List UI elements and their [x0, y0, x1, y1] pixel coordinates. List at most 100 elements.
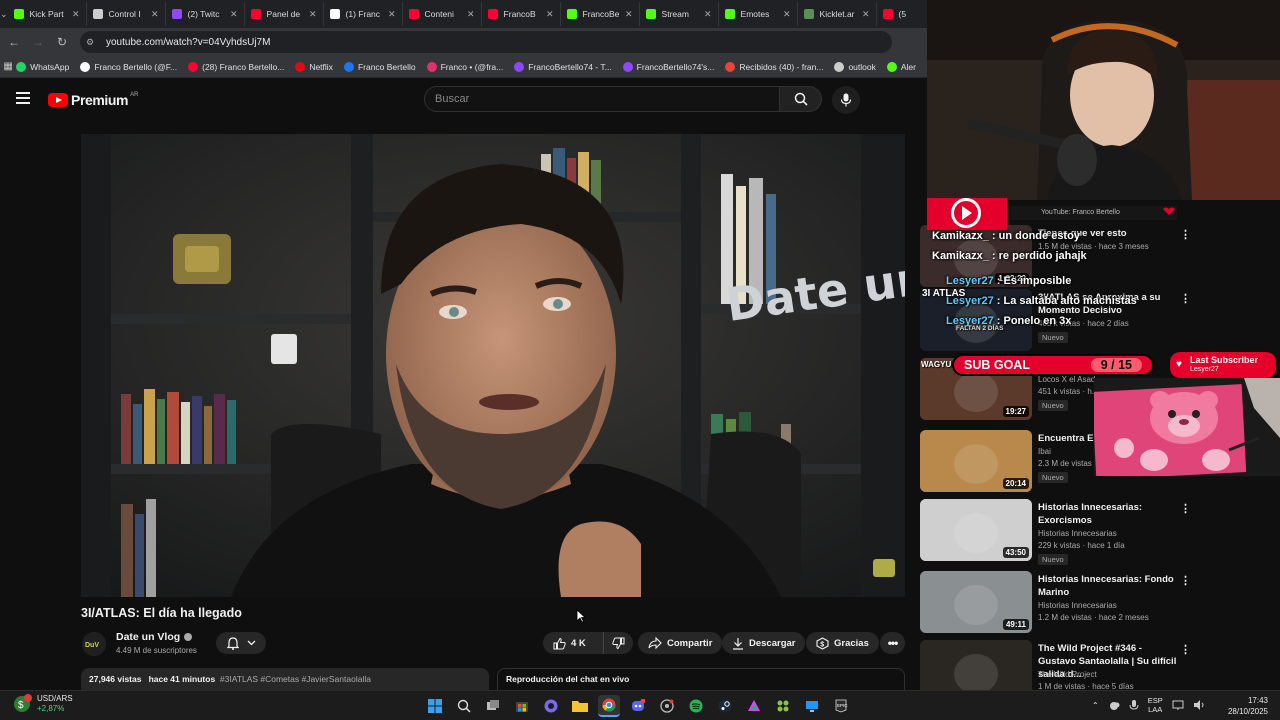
browser-tab[interactable]: Kicklet.ar ✕	[798, 2, 877, 26]
tab-close-icon[interactable]: ✕	[72, 9, 80, 20]
more-actions-button[interactable]: •••	[880, 632, 905, 654]
browser-tab[interactable]: Kick Part ✕	[8, 2, 87, 26]
browser-tab[interactable]: FrancoB ✕	[482, 2, 561, 26]
video-player[interactable]: Date un Vlog	[81, 134, 905, 597]
store-icon[interactable]	[511, 695, 533, 717]
tab-close-icon[interactable]: ✕	[388, 9, 396, 20]
site-info-icon[interactable]: ⚙	[86, 37, 98, 47]
bookmark-item[interactable]: (28) Franco Bertello...	[188, 61, 284, 72]
remote-desktop-icon[interactable]	[801, 695, 823, 717]
recommended-video[interactable]: The Wild Project #346 - Gustavo Santaola…	[920, 640, 1280, 695]
cloud-icon[interactable]	[1108, 699, 1120, 711]
app-triangle-icon[interactable]	[743, 695, 765, 717]
chrome-icon[interactable]	[598, 695, 620, 717]
bookmark-item[interactable]: WhatsApp	[16, 61, 69, 72]
bookmark-item[interactable]: Recibidos (40) - fran...	[725, 61, 823, 72]
thanks-button[interactable]: $ Gracias	[806, 632, 879, 654]
chat-text: : un donde estoy	[988, 230, 1080, 242]
obs-icon[interactable]	[540, 695, 562, 717]
chat-message: Kamikazx_ : re perdido jahajk	[932, 250, 1087, 262]
tab-close-icon[interactable]: ✕	[309, 9, 317, 20]
video-thumbnail[interactable]: 49:11	[920, 571, 1032, 633]
more-vertical-icon[interactable]: ⋮	[1180, 502, 1191, 515]
download-button[interactable]: Descargar	[722, 632, 806, 654]
menu-icon[interactable]	[16, 92, 30, 104]
bookmark-item[interactable]: outlook	[834, 61, 876, 72]
channel-avatar[interactable]: DuV	[82, 632, 106, 656]
video-hashtags[interactable]: #3IATLAS #Cometas #JavierSantaolalla	[220, 674, 371, 684]
verified-icon	[184, 633, 193, 641]
bookmark-item[interactable]: Aler	[886, 61, 916, 72]
tab-close-icon[interactable]: ✕	[704, 9, 712, 20]
bookmark-item[interactable]: Franco Bertello (@F...	[80, 61, 177, 72]
sub-goal-label: SUB GOAL	[964, 358, 1030, 372]
chat-replay-box[interactable]: Reproducción del chat en vivo	[497, 668, 905, 690]
tab-close-icon[interactable]: ✕	[625, 9, 633, 20]
tab-favicon-icon	[487, 9, 498, 19]
discord-icon[interactable]	[627, 695, 649, 717]
back-icon[interactable]: ←	[2, 35, 26, 49]
overlay-app-icon[interactable]	[656, 695, 678, 717]
chat-text: : re perdido jahajk	[988, 250, 1087, 262]
browser-tab[interactable]: Conteni ✕	[403, 2, 482, 26]
channel-name-row[interactable]: Date un Vlog	[116, 631, 193, 643]
bookmark-item[interactable]: Franco Bertello	[343, 61, 416, 72]
notification-settings-button[interactable]	[216, 632, 266, 654]
browser-tab[interactable]: Stream ✕	[640, 2, 719, 26]
dislike-button[interactable]	[603, 632, 633, 654]
steam-icon[interactable]	[714, 695, 736, 717]
tab-close-icon[interactable]: ✕	[230, 9, 238, 20]
apps-grid-icon[interactable]: ▦	[0, 61, 16, 72]
currency-widget[interactable]: $ USD/ARS +2,87%	[12, 694, 73, 714]
search-input[interactable]: Buscar	[424, 86, 780, 112]
microphone-tray-icon[interactable]	[1129, 699, 1139, 711]
bookmark-item[interactable]: FrancoBertello74's...	[622, 61, 714, 72]
svg-text:$: $	[820, 641, 824, 648]
video-thumbnail[interactable]: 20:14	[920, 430, 1032, 492]
chevron-up-icon[interactable]: ⌃	[1092, 701, 1099, 710]
tab-close-icon[interactable]: ✕	[862, 9, 870, 20]
tab-close-icon[interactable]: ✕	[151, 9, 159, 20]
video-thumbnail[interactable]: 43:50	[920, 499, 1032, 561]
address-bar[interactable]: ⚙ youtube.com/watch?v=04VyhdsUj7M	[80, 31, 892, 53]
network-app-icon[interactable]	[772, 695, 794, 717]
browser-tab[interactable]: Emotes ✕	[719, 2, 798, 26]
epic-games-icon[interactable]: EPIC	[830, 695, 852, 717]
description-box[interactable]: 27,946 vistas hace 41 minutos #3IATLAS #…	[81, 668, 489, 690]
overlay-channel-text: YouTube: Franco Bertello	[1041, 209, 1120, 216]
search-button[interactable]	[780, 86, 822, 112]
more-vertical-icon[interactable]: ⋮	[1180, 574, 1191, 587]
recommended-video[interactable]: 49:11 Historias Innecesarias: Fondo Marin…	[920, 571, 1280, 637]
windows-start-icon[interactable]	[424, 695, 446, 717]
browser-tab[interactable]: (2) Twitc ✕	[166, 2, 245, 26]
voice-search-button[interactable]	[832, 86, 860, 114]
reload-icon[interactable]: ↻	[50, 35, 74, 49]
tab-search-icon[interactable]: ⌄	[0, 0, 8, 28]
browser-tab[interactable]: FrancoBe ✕	[561, 2, 640, 26]
video-thumbnail[interactable]	[920, 640, 1032, 695]
clock[interactable]: 17:43 28/10/2025	[1228, 695, 1268, 717]
youtube-logo[interactable]: Premium AR	[48, 92, 138, 108]
more-vertical-icon[interactable]: ⋮	[1180, 643, 1191, 656]
browser-tab[interactable]: (5✕	[877, 2, 927, 26]
search-icon[interactable]	[453, 695, 475, 717]
bookmark-item[interactable]: Netflix	[295, 61, 333, 72]
bookmark-item[interactable]: Franco • (@fra...	[426, 61, 503, 72]
share-button[interactable]: Compartir	[638, 632, 723, 654]
tab-close-icon[interactable]: ✕	[783, 9, 791, 20]
speaker-icon[interactable]	[1193, 699, 1205, 711]
tab-close-icon[interactable]: ✕	[546, 9, 554, 20]
task-view-icon[interactable]	[482, 695, 504, 717]
language-indicator[interactable]: ESP LAA	[1148, 696, 1163, 714]
file-explorer-icon[interactable]	[569, 695, 591, 717]
browser-tab[interactable]: Control I ✕	[87, 2, 166, 26]
browser-tab[interactable]: Panel de ✕	[245, 2, 324, 26]
forward-icon[interactable]: →	[26, 35, 50, 49]
monitor-icon[interactable]	[1172, 699, 1184, 711]
like-button[interactable]: 4 K	[543, 632, 603, 654]
spotify-icon[interactable]	[685, 695, 707, 717]
tab-close-icon[interactable]: ✕	[467, 9, 475, 20]
bookmark-item[interactable]: FrancoBertello74 - T...	[514, 61, 612, 72]
recommended-video[interactable]: 43:50 Historias Innecesarias: Exorcismos H…	[920, 499, 1280, 565]
browser-tab[interactable]: (1) Franc ✕	[324, 2, 403, 26]
